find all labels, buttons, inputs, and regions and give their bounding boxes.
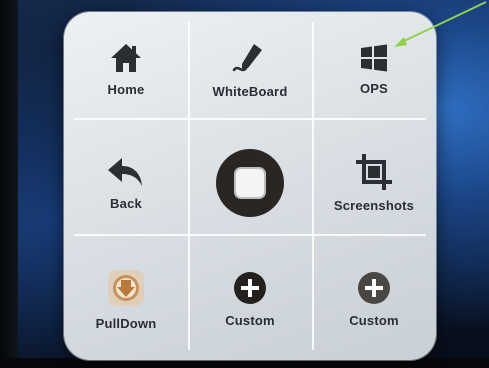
home-label: Home bbox=[107, 81, 145, 97]
custom-label-1: Custom bbox=[225, 312, 275, 328]
back-label: Back bbox=[110, 195, 142, 211]
ops-label: OPS bbox=[359, 80, 389, 96]
whiteboard-button[interactable]: WhiteBoard bbox=[188, 12, 312, 126]
center-home-button[interactable] bbox=[188, 126, 312, 240]
home-button[interactable]: Home bbox=[64, 12, 188, 126]
custom-button-1[interactable]: Custom bbox=[188, 242, 312, 356]
pulldown-label: PullDown bbox=[95, 315, 157, 331]
home-button-icon bbox=[215, 148, 285, 218]
back-button[interactable]: Back bbox=[64, 126, 188, 240]
pulldown-icon bbox=[106, 268, 146, 308]
whiteboard-label: WhiteBoard bbox=[212, 83, 288, 99]
plus-icon bbox=[357, 271, 391, 305]
monitor-bezel bbox=[0, 0, 18, 368]
screenshots-label: Screenshots bbox=[333, 197, 415, 213]
crop-icon bbox=[356, 153, 392, 190]
custom-label-2: Custom bbox=[349, 312, 399, 328]
pen-icon bbox=[230, 40, 270, 76]
back-arrow-icon bbox=[106, 156, 146, 188]
home-icon bbox=[109, 42, 143, 74]
pulldown-button[interactable]: PullDown bbox=[64, 242, 188, 356]
floating-menu-panel: Home WhiteBoard OPS Back Screenshots Pul… bbox=[64, 12, 436, 360]
screenshots-button[interactable]: Screenshots bbox=[312, 126, 436, 240]
plus-icon bbox=[233, 271, 267, 305]
custom-button-2[interactable]: Custom bbox=[312, 242, 436, 356]
arrow-annotation bbox=[394, 1, 487, 47]
